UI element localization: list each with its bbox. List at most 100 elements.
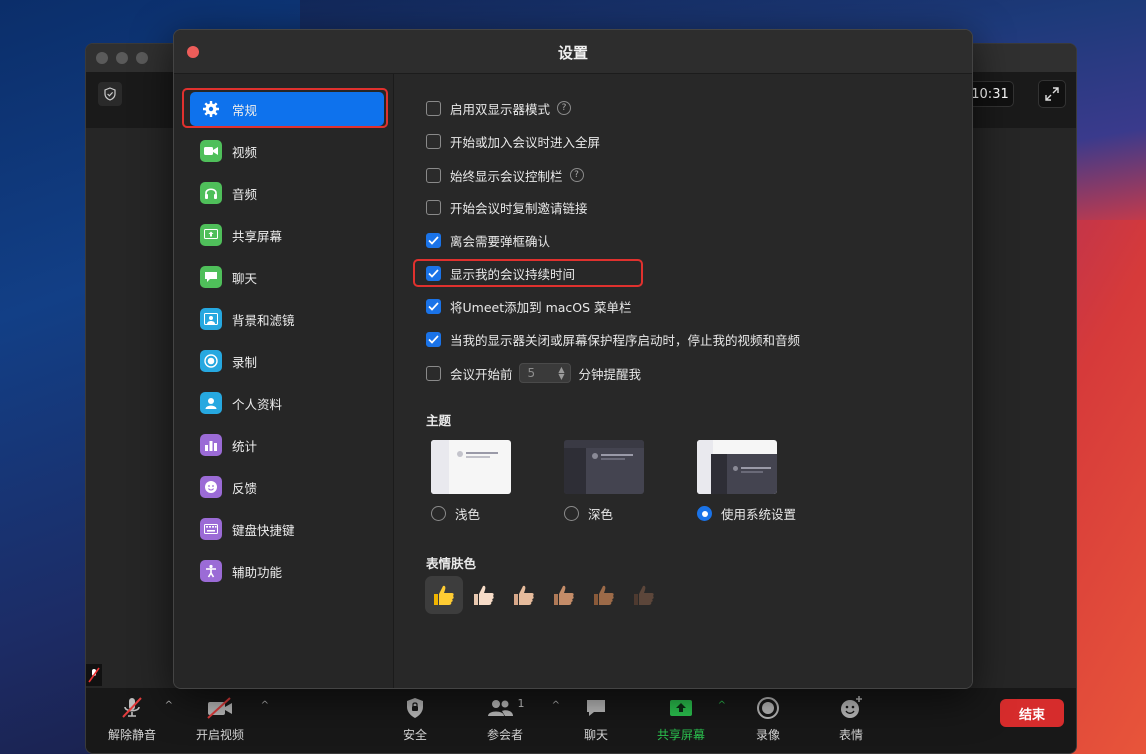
theme-light-preview[interactable] xyxy=(431,440,511,494)
checkbox[interactable] xyxy=(426,167,441,183)
skin-tone-medium-light[interactable] xyxy=(505,576,543,614)
chat-button[interactable]: 聊天 xyxy=(561,694,631,743)
audio-options-caret-icon[interactable]: ^ xyxy=(165,700,173,711)
sidebar-item-feedback[interactable]: 反馈 xyxy=(190,470,384,504)
skin-tone-default[interactable] xyxy=(425,576,463,614)
checkbox-checked[interactable] xyxy=(426,298,441,314)
security-info-button[interactable] xyxy=(98,82,122,106)
checkbox-checked[interactable] xyxy=(426,331,441,347)
mic-muted-icon xyxy=(122,697,142,718)
start-video-button[interactable]: 开启视频 ^ xyxy=(185,694,269,743)
sidebar-item-label: 视频 xyxy=(232,144,258,160)
reminder-after-label: 分钟提醒我 xyxy=(578,366,642,382)
window-close-button[interactable] xyxy=(96,52,108,64)
option-label: 显示我的会议持续时间 xyxy=(450,266,576,282)
stepper-arrows-icon[interactable]: ▲ ▼ xyxy=(558,366,564,381)
sidebar-item-share-screen[interactable]: 共享屏幕 xyxy=(190,218,384,252)
reminder-minutes-stepper[interactable]: 5 ▲ ▼ xyxy=(518,363,571,383)
record-icon xyxy=(200,350,222,372)
option-confirm-leave[interactable]: 离会需要弹框确认 xyxy=(426,230,550,250)
share-screen-button[interactable]: 共享屏幕 ^ xyxy=(646,694,726,743)
option-always-show-controls[interactable]: 始终显示会议控制栏 ? xyxy=(426,165,584,185)
checkbox-checked[interactable] xyxy=(426,265,441,281)
theme-system-preview[interactable] xyxy=(697,440,777,494)
record-icon xyxy=(757,697,779,719)
theme-dark-preview[interactable] xyxy=(564,440,644,494)
window-minimize-button[interactable] xyxy=(116,52,128,64)
option-show-meeting-duration[interactable]: 显示我的会议持续时间 xyxy=(426,263,575,283)
share-screen-icon xyxy=(670,700,692,716)
share-screen-icon xyxy=(200,224,222,246)
headphones-icon xyxy=(200,182,222,204)
checkbox[interactable] xyxy=(426,100,441,116)
option-add-to-menubar[interactable]: 将Umeet添加到 macOS 菜单栏 xyxy=(426,296,632,316)
end-meeting-button[interactable]: 结束 xyxy=(1000,699,1064,727)
option-meeting-reminder[interactable]: 会议开始前 5 ▲ ▼ 分钟提醒我 xyxy=(426,363,641,383)
general-settings-panel: 启用双显示器模式 ? 开始或加入会议时进入全屏 始终显示会议控制栏 ? 开始会议… xyxy=(395,74,972,688)
video-options-caret-icon[interactable]: ^ xyxy=(261,700,269,711)
theme-dark-option[interactable]: 深色 xyxy=(564,504,613,523)
sidebar-item-profile[interactable]: 个人资料 xyxy=(190,386,384,420)
option-stop-av-on-screensaver[interactable]: 当我的显示器关闭或屏幕保护程序启动时，停止我的视频和音频 xyxy=(426,329,800,349)
skin-tone-medium[interactable] xyxy=(545,576,583,614)
participants-button[interactable]: 1 参会者 ^ xyxy=(470,694,560,743)
option-fullscreen-on-join[interactable]: 开始或加入会议时进入全屏 xyxy=(426,131,600,151)
window-zoom-button[interactable] xyxy=(136,52,148,64)
sidebar-item-label: 反馈 xyxy=(232,480,258,496)
skin-tone-heading: 表情肤色 xyxy=(426,556,477,571)
option-dual-monitor[interactable]: 启用双显示器模式 ? xyxy=(426,98,572,118)
mic-muted-small-icon xyxy=(88,667,100,683)
checkmark-icon xyxy=(428,268,439,278)
skin-tone-medium-dark[interactable] xyxy=(585,576,623,614)
reactions-button[interactable]: 表情 xyxy=(816,694,886,743)
checkmark-icon xyxy=(428,334,439,344)
record-button[interactable]: 录像 xyxy=(733,694,803,743)
sidebar-item-recording[interactable]: 录制 xyxy=(190,344,384,378)
radio-button-selected[interactable] xyxy=(697,506,712,521)
keyboard-icon xyxy=(200,518,222,540)
sidebar-item-label: 聊天 xyxy=(232,270,258,286)
option-label: 将Umeet添加到 macOS 菜单栏 xyxy=(450,299,632,315)
checkbox[interactable] xyxy=(426,199,441,215)
sidebar-item-keyboard-shortcuts[interactable]: 键盘快捷键 xyxy=(190,512,384,546)
sidebar-item-background[interactable]: 背景和滤镜 xyxy=(190,302,384,336)
theme-option-label: 使用系统设置 xyxy=(721,507,797,522)
unmute-button[interactable]: 解除静音 ^ xyxy=(97,694,173,743)
sidebar-item-accessibility[interactable]: 辅助功能 xyxy=(190,554,384,588)
share-options-caret-icon[interactable]: ^ xyxy=(718,700,726,711)
checkbox-checked[interactable] xyxy=(426,232,441,248)
option-label: 启用双显示器模式 xyxy=(450,101,551,117)
sidebar-item-label: 键盘快捷键 xyxy=(232,522,295,538)
radio-button[interactable] xyxy=(564,506,579,521)
checkmark-icon xyxy=(428,301,439,311)
settings-titlebar: 设置 xyxy=(174,30,972,74)
meeting-toolbar: 解除静音 ^ 开启视频 ^ 安全 1 参会者 ^ 聊天 共享屏幕 ^ 录像 表情… xyxy=(86,688,1076,753)
emoji-icon xyxy=(841,696,862,718)
chat-label: 聊天 xyxy=(583,728,608,742)
thumbs-up-dark-icon xyxy=(634,585,654,605)
skin-tone-dark[interactable] xyxy=(625,576,663,614)
mic-status-indicator xyxy=(86,664,102,686)
option-label: 开始或加入会议时进入全屏 xyxy=(450,134,601,150)
sidebar-item-label: 个人资料 xyxy=(232,396,283,412)
settings-title: 设置 xyxy=(557,44,588,62)
participants-caret-icon[interactable]: ^ xyxy=(552,700,560,711)
fullscreen-button[interactable] xyxy=(1038,80,1066,108)
theme-system-option[interactable]: 使用系统设置 xyxy=(697,504,796,523)
record-label: 录像 xyxy=(755,728,780,742)
sidebar-item-video[interactable]: 视频 xyxy=(190,134,384,168)
option-copy-invite-link[interactable]: 开始会议时复制邀请链接 xyxy=(426,197,588,217)
sidebar-item-label: 背景和滤镜 xyxy=(232,312,295,328)
checkbox[interactable] xyxy=(426,365,441,381)
sidebar-item-audio[interactable]: 音频 xyxy=(190,176,384,210)
skin-tone-light[interactable] xyxy=(465,576,503,614)
help-icon[interactable]: ? xyxy=(569,168,584,182)
radio-button[interactable] xyxy=(431,506,446,521)
checkbox[interactable] xyxy=(426,133,441,149)
participants-label: 参会者 xyxy=(486,728,523,742)
sidebar-item-statistics[interactable]: 统计 xyxy=(190,428,384,462)
theme-light-option[interactable]: 浅色 xyxy=(431,504,480,523)
sidebar-item-chat[interactable]: 聊天 xyxy=(190,260,384,294)
security-button[interactable]: 安全 xyxy=(380,694,450,743)
help-icon[interactable]: ? xyxy=(557,101,572,115)
